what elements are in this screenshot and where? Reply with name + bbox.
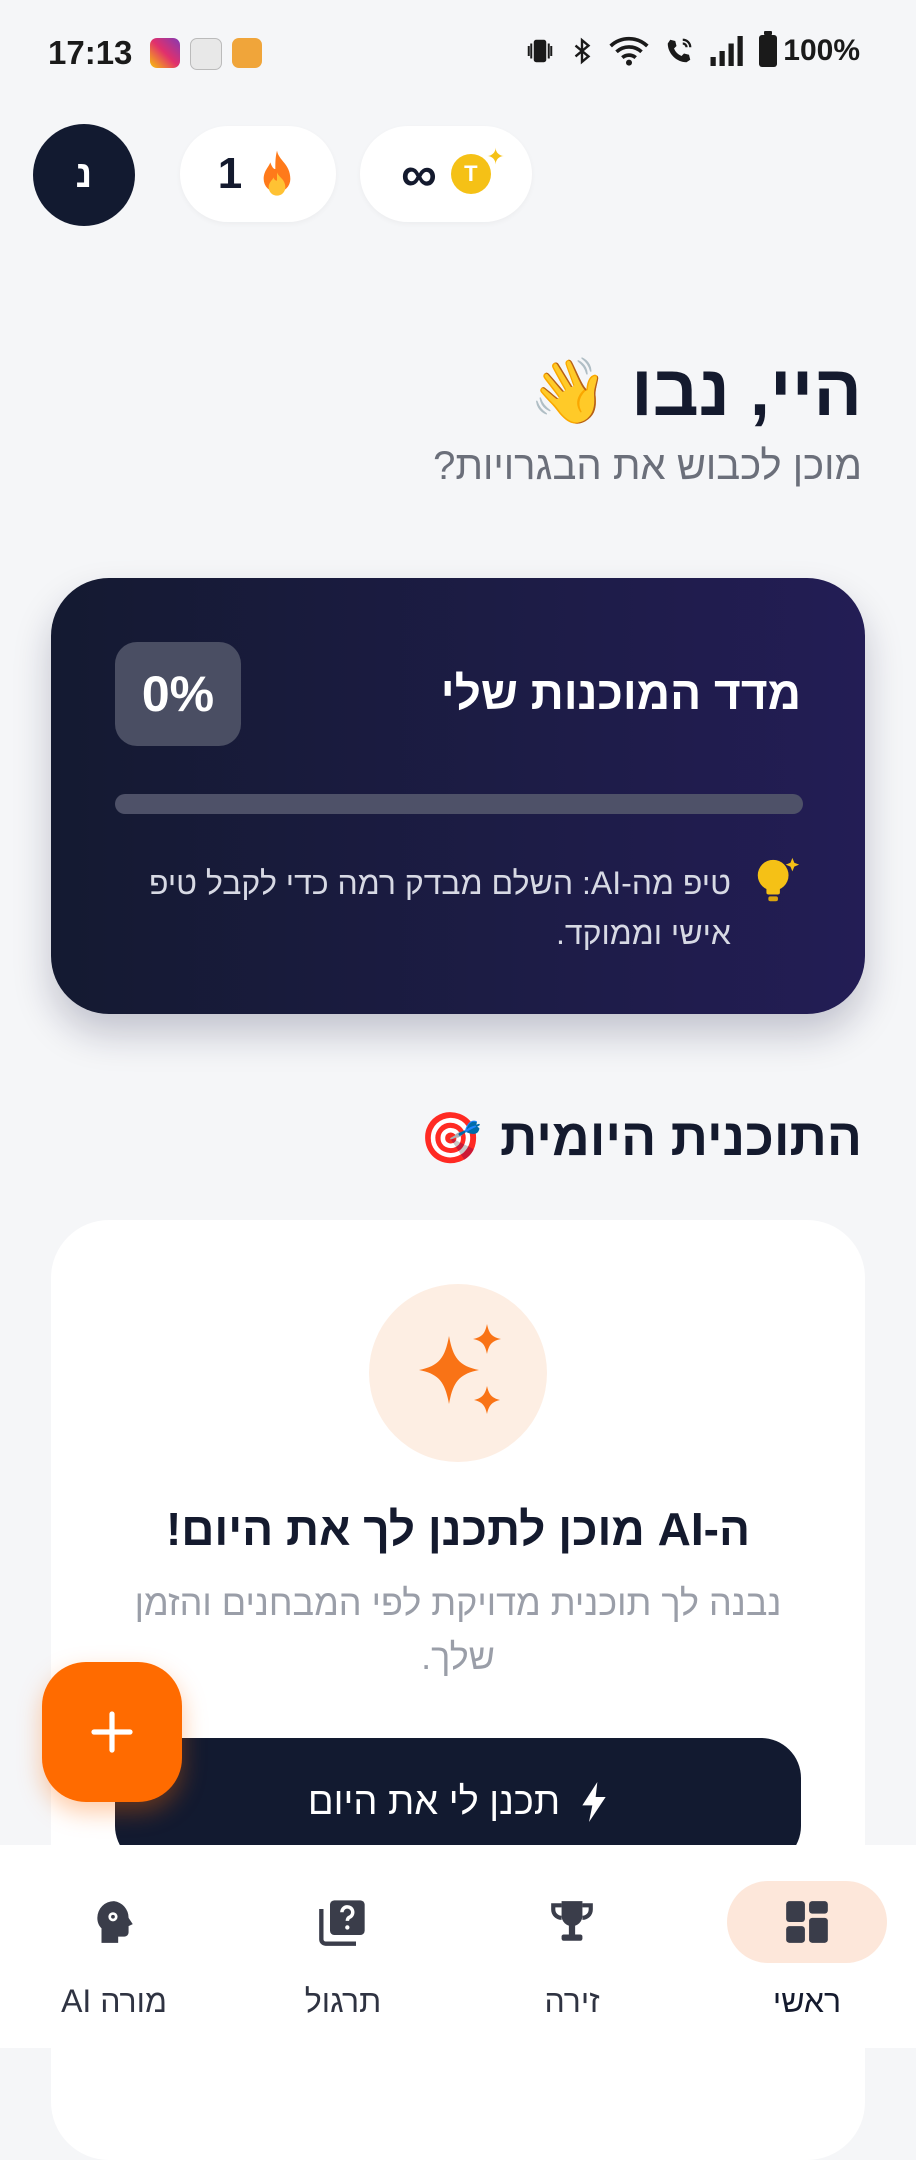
- lightning-icon: [582, 1782, 606, 1822]
- daily-plan-title-text: התוכנית היומית: [499, 1109, 862, 1167]
- ai-teacher-icon: [97, 1901, 133, 1943]
- dashboard-icon: [786, 1901, 828, 1943]
- coin-letter: T: [464, 161, 478, 186]
- profile-avatar[interactable]: נ: [33, 124, 135, 226]
- coins-value: ∞: [401, 146, 437, 202]
- plus-icon: [91, 1711, 133, 1753]
- bottom-navigation: ראשי זירה תרגול מורה AI: [0, 1845, 916, 2048]
- nav-item-practice[interactable]: תרגול: [243, 1881, 443, 2021]
- greeting-title: היי, נבו 👋: [529, 350, 862, 432]
- ai-tip-text: טיפ מה-AI: השלם מבדק רמה כדי לקבל טיפ אי…: [148, 865, 731, 951]
- nav-icon-wrap: [492, 1881, 652, 1963]
- nav-icon-wrap: [34, 1881, 194, 1963]
- daily-plan-heading: ה-AI מוכן לתכנן לך את היום!: [165, 1503, 751, 1555]
- status-bar: 17:13 100%: [0, 0, 916, 108]
- battery-status: 100%: [759, 31, 860, 68]
- daily-plan-title: התוכנית היומית 🎯: [420, 1108, 862, 1168]
- readiness-card[interactable]: מדד המוכנות שלי 0% טיפ מה-AI: השלם מבדק …: [51, 578, 865, 1014]
- nav-label-arena: זירה: [544, 1983, 600, 2019]
- trophy-icon: [551, 1901, 593, 1941]
- plan-my-day-label: תכנן לי את היום: [307, 1780, 561, 1823]
- sparkle-icon: ✦: [486, 144, 505, 169]
- nav-label-practice: תרגול: [304, 1983, 382, 2019]
- sparkles-icon-circle: [369, 1284, 547, 1462]
- target-icon: 🎯: [419, 1109, 482, 1166]
- battery-percent: 100%: [783, 34, 860, 67]
- add-button[interactable]: [42, 1662, 182, 1802]
- nav-item-home[interactable]: ראשי: [707, 1881, 907, 2021]
- sudoku-app-icon: [190, 38, 222, 70]
- quiz-icon: [319, 1900, 365, 1946]
- vibrate-icon: [528, 39, 553, 63]
- nav-icon-wrap: [727, 1881, 887, 1963]
- daily-plan-description: נבנה לך תוכנית מדויקת לפי המבחנים והזמן …: [134, 1582, 782, 1677]
- instagram-app-icon: [150, 38, 180, 68]
- status-app-icons: [150, 38, 262, 70]
- coin-icon: T ✦: [450, 144, 505, 194]
- streak-pill[interactable]: 1: [180, 126, 336, 222]
- greeting-subtitle: מוכן לכבוש את הבגרויות?: [433, 444, 862, 488]
- nav-icon-wrap: [263, 1881, 423, 1963]
- lightbulb-icon: [757, 857, 800, 902]
- readiness-percent: 0%: [141, 666, 215, 722]
- readiness-progress-bar: [115, 794, 803, 814]
- streak-count: 1: [217, 149, 243, 198]
- status-time: 17:13: [48, 34, 133, 71]
- signal-icon: [710, 36, 744, 66]
- wifi-icon: [609, 36, 649, 66]
- translate-app-icon: [232, 38, 262, 68]
- battery-icon: [759, 31, 778, 67]
- readiness-percent-badge: 0%: [115, 642, 241, 746]
- readiness-title: מדד המוכנות שלי: [440, 667, 801, 719]
- waving-hand-icon: 👋: [529, 354, 610, 427]
- status-indicators: 100%: [525, 31, 860, 68]
- coins-pill[interactable]: ∞ T ✦: [360, 126, 532, 222]
- nav-item-ai-teacher[interactable]: מורה AI: [14, 1881, 214, 2021]
- nav-item-arena[interactable]: זירה: [472, 1881, 672, 2021]
- nav-label-ai-teacher: מורה AI: [61, 1983, 167, 2019]
- avatar-initial: נ: [75, 153, 93, 196]
- wifi-call-icon: [668, 38, 692, 63]
- fire-icon: [263, 150, 291, 196]
- sparkles-icon: [419, 1324, 501, 1414]
- nav-label-home: ראשי: [772, 1983, 842, 2019]
- bluetooth-icon: [575, 37, 591, 65]
- greeting-text: היי, נבו: [631, 351, 862, 431]
